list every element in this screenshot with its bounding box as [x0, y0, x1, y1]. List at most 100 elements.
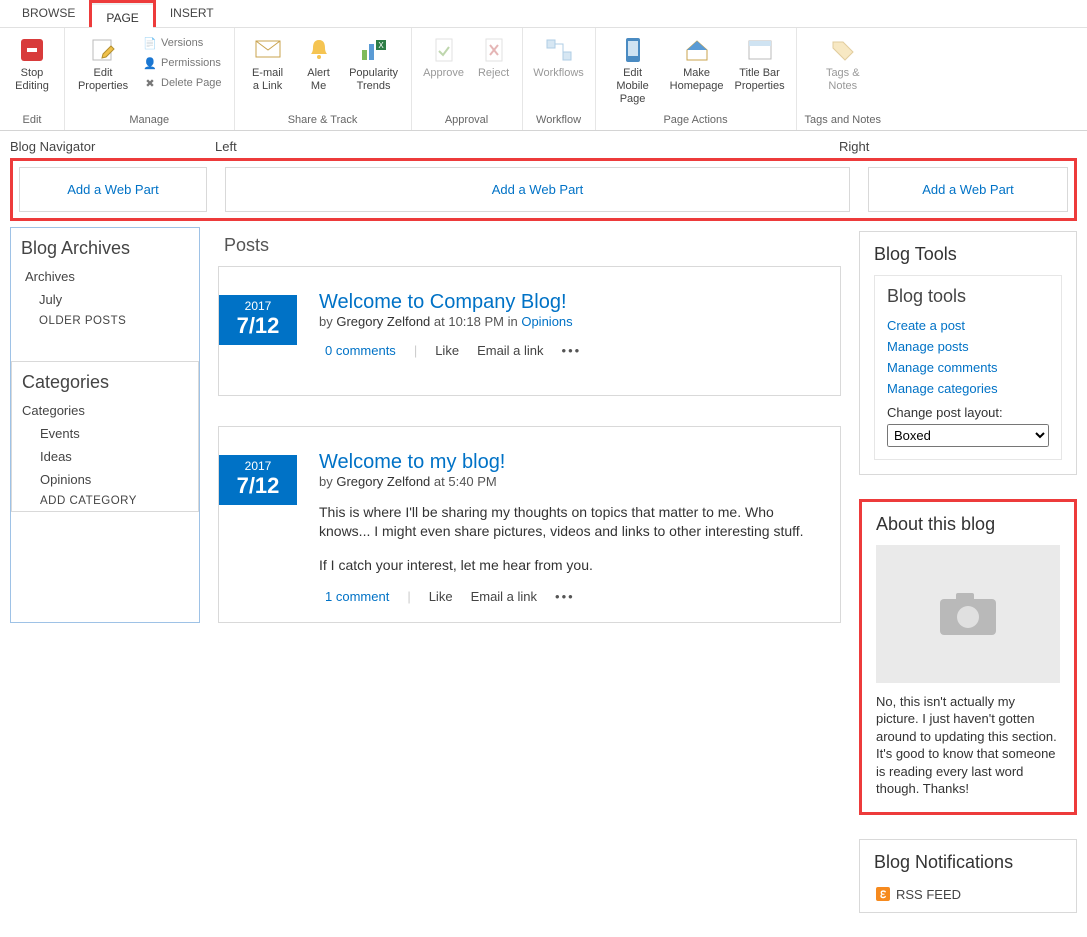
manage-posts-link[interactable]: Manage posts	[887, 336, 1049, 357]
add-web-part-blog-navigator[interactable]: Add a Web Part	[19, 167, 207, 212]
post-title-link[interactable]: Welcome to Company Blog!	[319, 291, 567, 313]
edit-mobile-label: Edit Mobile Page	[610, 67, 656, 107]
about-text: No, this isn't actually my picture. I ju…	[876, 693, 1060, 798]
manage-comments-link[interactable]: Manage comments	[887, 357, 1049, 378]
categories-label[interactable]: Categories	[12, 399, 198, 422]
add-web-part-right[interactable]: Add a Web Part	[868, 167, 1068, 212]
title-bar-label: Title Bar Properties	[734, 67, 784, 93]
approve-icon	[430, 36, 458, 64]
title-bar-properties-button[interactable]: Title Bar Properties	[732, 32, 788, 97]
reject-icon	[480, 36, 508, 64]
blog-tools-inner-heading: Blog tools	[887, 286, 1049, 307]
separator: |	[407, 589, 410, 604]
post-at: at 10:18 PM in	[430, 314, 521, 329]
blog-tools-panel: Blog Tools Blog tools Create a post Mana…	[859, 231, 1077, 475]
post-meta: by Gregory Zelfond at 10:18 PM in Opinio…	[319, 314, 820, 329]
category-events[interactable]: Events	[12, 422, 198, 445]
svg-text:X: X	[378, 41, 384, 50]
ribbon-group-manage-label: Manage	[129, 111, 169, 128]
post-more-menu[interactable]: •••	[555, 589, 575, 604]
notifications-heading: Blog Notifications	[874, 852, 1062, 873]
approve-label: Approve	[423, 67, 464, 80]
bell-icon	[305, 36, 333, 64]
permissions-icon: 👤	[143, 56, 157, 70]
ribbon-group-share-label: Share & Track	[288, 111, 358, 128]
post-title-link[interactable]: Welcome to my blog!	[319, 451, 505, 473]
workflows-button[interactable]: Workflows	[531, 32, 587, 84]
post-comments-link[interactable]: 1 comment	[325, 589, 389, 604]
stop-editing-label: Stop Editing	[14, 67, 50, 93]
older-posts-link[interactable]: OLDER POSTS	[11, 311, 199, 331]
ribbon-group-workflow: Workflows Workflow	[523, 28, 596, 130]
post-body: This is where I'll be sharing my thought…	[319, 503, 820, 542]
post-like-button[interactable]: Like	[435, 343, 459, 358]
post-body: If I catch your interest, let me hear fr…	[319, 556, 820, 576]
archive-july[interactable]: July	[11, 288, 199, 311]
ribbon-group-approval: Approve Reject Approval	[412, 28, 523, 130]
permissions-button[interactable]: 👤Permissions	[139, 54, 226, 72]
post-email-link[interactable]: Email a link	[477, 343, 543, 358]
rss-feed-link[interactable]: 𖼬 RSS FEED	[874, 883, 1062, 906]
manage-categories-link[interactable]: Manage categories	[887, 378, 1049, 399]
delete-page-button[interactable]: ✖ Delete Page	[139, 74, 226, 92]
make-homepage-button[interactable]: Make Homepage	[668, 32, 726, 97]
post-author: Gregory Zelfond	[336, 314, 430, 329]
categories-panel: Categories Categories Events Ideas Opini…	[11, 361, 199, 512]
post-category-link[interactable]: Opinions	[521, 314, 572, 329]
category-opinions[interactable]: Opinions	[12, 468, 198, 491]
delete-page-label: Delete Page	[161, 77, 222, 89]
ribbon-group-tags-label: Tags and Notes	[805, 111, 881, 128]
add-web-part-left[interactable]: Add a Web Part	[225, 167, 850, 212]
separator: |	[414, 343, 417, 358]
tab-page[interactable]: PAGE	[92, 3, 152, 29]
about-photo-placeholder	[876, 545, 1060, 683]
alert-me-button[interactable]: Alert Me	[299, 32, 339, 97]
ribbon-group-tags-notes: Tags & Notes Tags and Notes	[797, 28, 889, 130]
archives-label[interactable]: Archives	[11, 265, 199, 288]
post-comments-link[interactable]: 0 comments	[325, 343, 396, 358]
reject-button[interactable]: Reject	[474, 32, 514, 84]
posts-zone: Posts 2017 7/12 Welcome to Company Blog!…	[218, 231, 841, 654]
delete-icon: ✖	[143, 76, 157, 90]
change-layout-label: Change post layout:	[887, 405, 1049, 420]
post-more-menu[interactable]: •••	[562, 343, 582, 358]
posts-heading: Posts	[218, 231, 841, 266]
post-like-button[interactable]: Like	[429, 589, 453, 604]
categories-heading: Categories	[12, 362, 198, 399]
versions-button[interactable]: 📄Versions	[139, 34, 226, 52]
blog-archives-heading: Blog Archives	[11, 228, 199, 265]
ribbon-group-manage: Edit Properties 📄Versions 👤Permissions ✖…	[65, 28, 235, 130]
blog-tools-heading: Blog Tools	[874, 244, 1062, 265]
edit-mobile-page-button[interactable]: Edit Mobile Page	[604, 32, 662, 111]
tags-icon	[829, 36, 857, 64]
post-date-badge: 2017 7/12	[219, 455, 297, 505]
popularity-trends-button[interactable]: X Popularity Trends	[345, 32, 403, 97]
approve-button[interactable]: Approve	[420, 32, 468, 84]
edit-properties-button[interactable]: Edit Properties	[73, 32, 133, 97]
about-heading: About this blog	[876, 514, 1060, 535]
ribbon-group-edit: Stop Editing Edit	[0, 28, 65, 130]
tags-notes-button[interactable]: Tags & Notes	[819, 32, 867, 97]
blog-navigator-zone: Blog Archives Archives July OLDER POSTS …	[10, 227, 200, 623]
stop-editing-button[interactable]: Stop Editing	[8, 32, 56, 97]
make-homepage-label: Make Homepage	[670, 67, 724, 93]
tab-browse[interactable]: BROWSE	[8, 0, 89, 27]
versions-icon: 📄	[143, 36, 157, 50]
ribbon-group-approval-label: Approval	[445, 111, 488, 128]
tab-insert[interactable]: INSERT	[156, 0, 228, 27]
post-email-link[interactable]: Email a link	[471, 589, 537, 604]
post-by: by	[319, 314, 336, 329]
create-post-link[interactable]: Create a post	[887, 315, 1049, 336]
post-layout-select[interactable]: Boxed	[887, 424, 1049, 447]
post-actions: 1 comment | Like Email a link •••	[319, 589, 820, 604]
zone-header-blog-navigator: Blog Navigator	[10, 139, 215, 154]
category-ideas[interactable]: Ideas	[12, 445, 198, 468]
add-category-link[interactable]: ADD CATEGORY	[12, 491, 198, 511]
post-year: 2017	[219, 299, 297, 313]
tags-notes-label: Tags & Notes	[825, 67, 861, 93]
blog-tools-inner: Blog tools Create a post Manage posts Ma…	[874, 275, 1062, 460]
post-date: 7/12	[219, 313, 297, 339]
home-icon	[683, 36, 711, 64]
email-link-button[interactable]: E-mail a Link	[243, 32, 293, 97]
workflows-label: Workflows	[533, 67, 584, 80]
